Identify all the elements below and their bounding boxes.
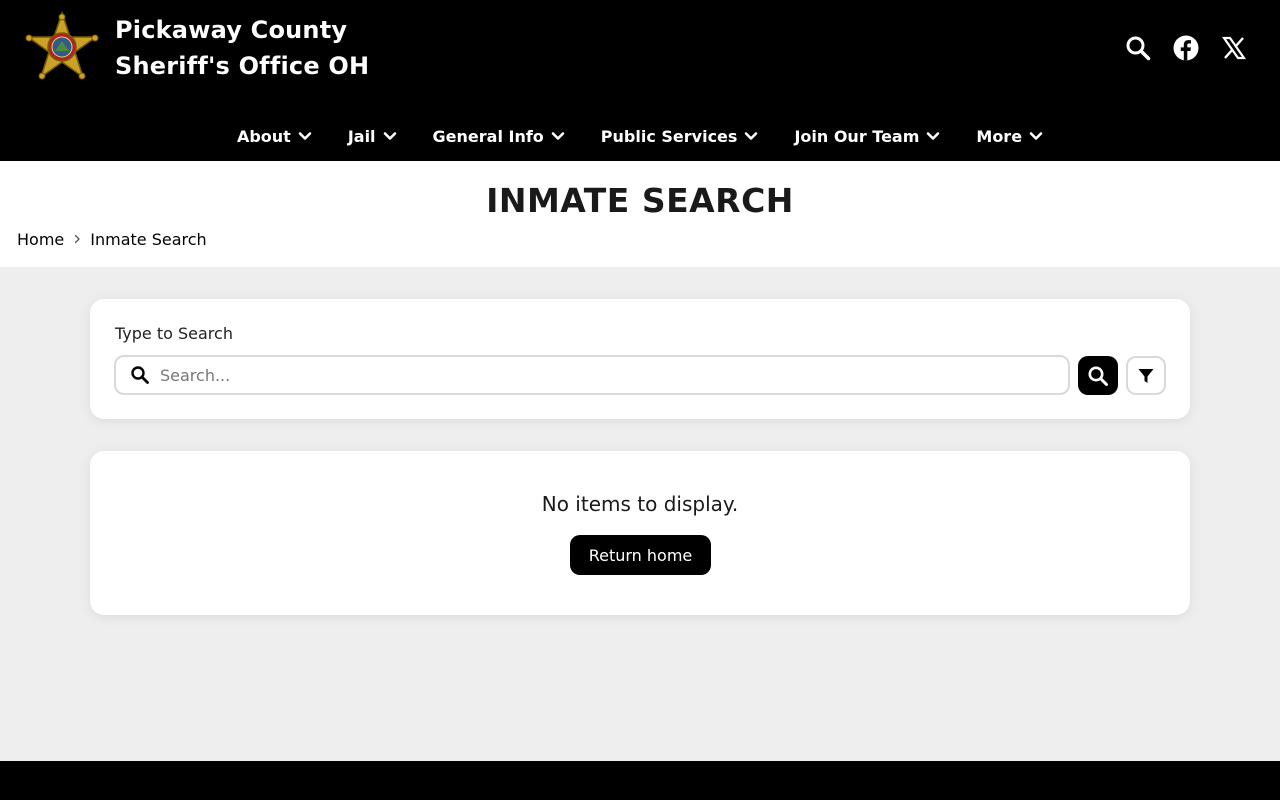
site-title-line2: Sheriff's Office OH [115, 52, 370, 80]
nav-item-label: Jail [347, 126, 376, 146]
chevron-down-icon [1029, 129, 1043, 143]
search-label: Type to Search [115, 324, 233, 343]
chevron-down-icon [926, 129, 940, 143]
chevron-down-icon [383, 129, 397, 143]
results-card: No items to display. Return home [90, 451, 1190, 615]
chevron-down-icon [744, 129, 758, 143]
chevron-right-icon [72, 234, 82, 244]
nav-item-more[interactable]: More [958, 116, 1061, 156]
empty-results-message: No items to display. [541, 492, 739, 516]
breadcrumb: Home Inmate Search [17, 229, 207, 249]
nav-item-public-services[interactable]: Public Services [583, 116, 777, 156]
chevron-down-icon [551, 129, 565, 143]
search-box[interactable] [114, 355, 1070, 395]
page-title-band: INMATE SEARCH Home Inmate Search [0, 161, 1280, 267]
nav-item-about[interactable]: About [219, 116, 330, 156]
filter-button[interactable] [1126, 356, 1166, 395]
site-title[interactable]: Pickaway County Sheriff's Office OH [115, 12, 369, 84]
filter-icon [1138, 368, 1154, 383]
main-nav: About Jail General Info Public Services … [0, 116, 1280, 156]
search-icon[interactable] [1124, 34, 1152, 62]
search-icon [1088, 366, 1108, 386]
nav-item-general-info[interactable]: General Info [415, 116, 583, 156]
search-input[interactable] [160, 365, 1040, 385]
x-twitter-icon[interactable] [1220, 34, 1248, 62]
nav-item-label: Public Services [600, 126, 738, 146]
site-header: Pickaway County Sheriff's Office OH Abou… [0, 0, 1280, 161]
nav-item-label: About [236, 126, 291, 146]
search-icon [130, 365, 150, 385]
breadcrumb-current: Inmate Search [90, 229, 207, 249]
nav-item-jail[interactable]: Jail [330, 116, 415, 156]
nav-item-label: More [976, 126, 1023, 146]
footer-bar [0, 761, 1280, 800]
nav-item-label: Join Our Team [794, 126, 920, 146]
site-title-line1: Pickaway County [115, 16, 348, 44]
facebook-icon[interactable] [1172, 34, 1200, 62]
return-home-button[interactable]: Return home [570, 535, 711, 575]
page-title: INMATE SEARCH [486, 181, 794, 220]
sheriff-star-logo[interactable] [24, 10, 100, 85]
header-icons [1124, 33, 1248, 63]
nav-item-label: General Info [432, 126, 544, 146]
nav-item-join-our-team[interactable]: Join Our Team [776, 116, 958, 156]
search-button[interactable] [1078, 356, 1118, 395]
search-card: Type to Search [90, 299, 1190, 419]
breadcrumb-home-link[interactable]: Home [17, 230, 64, 249]
chevron-down-icon [298, 129, 312, 143]
